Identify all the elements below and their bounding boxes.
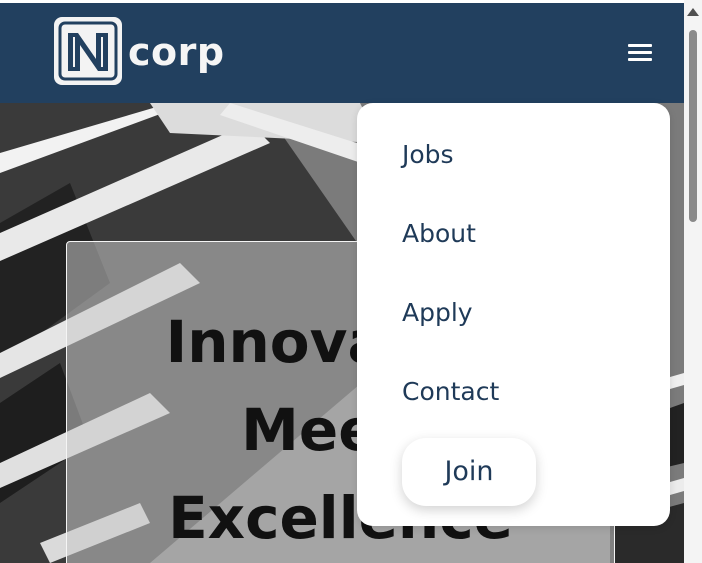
scrollbar-thumb[interactable] [689,30,697,222]
site-header: corp [0,3,684,103]
logo-link[interactable] [54,17,122,85]
scroll-up-arrow-icon[interactable] [687,8,699,16]
nav-item-jobs[interactable]: Jobs [402,140,454,170]
logo-text: corp [128,30,225,74]
hamburger-menu-button[interactable] [624,39,656,67]
menu-bar-top [628,44,652,47]
nav-item-apply[interactable]: Apply [402,298,473,328]
page-viewport: Innovation Meets Excellence corp Jobs Ab… [0,0,684,563]
n-logo-icon [58,21,118,81]
menu-bar-middle [628,51,652,54]
menu-bar-bottom [628,58,652,61]
nav-item-contact[interactable]: Contact [402,377,499,407]
nav-dropdown-menu: Jobs About Apply Contact Join [357,103,670,526]
join-button[interactable]: Join [402,438,536,506]
nav-item-about[interactable]: About [402,219,476,249]
vertical-scrollbar[interactable] [684,0,702,563]
top-frame [0,0,684,3]
